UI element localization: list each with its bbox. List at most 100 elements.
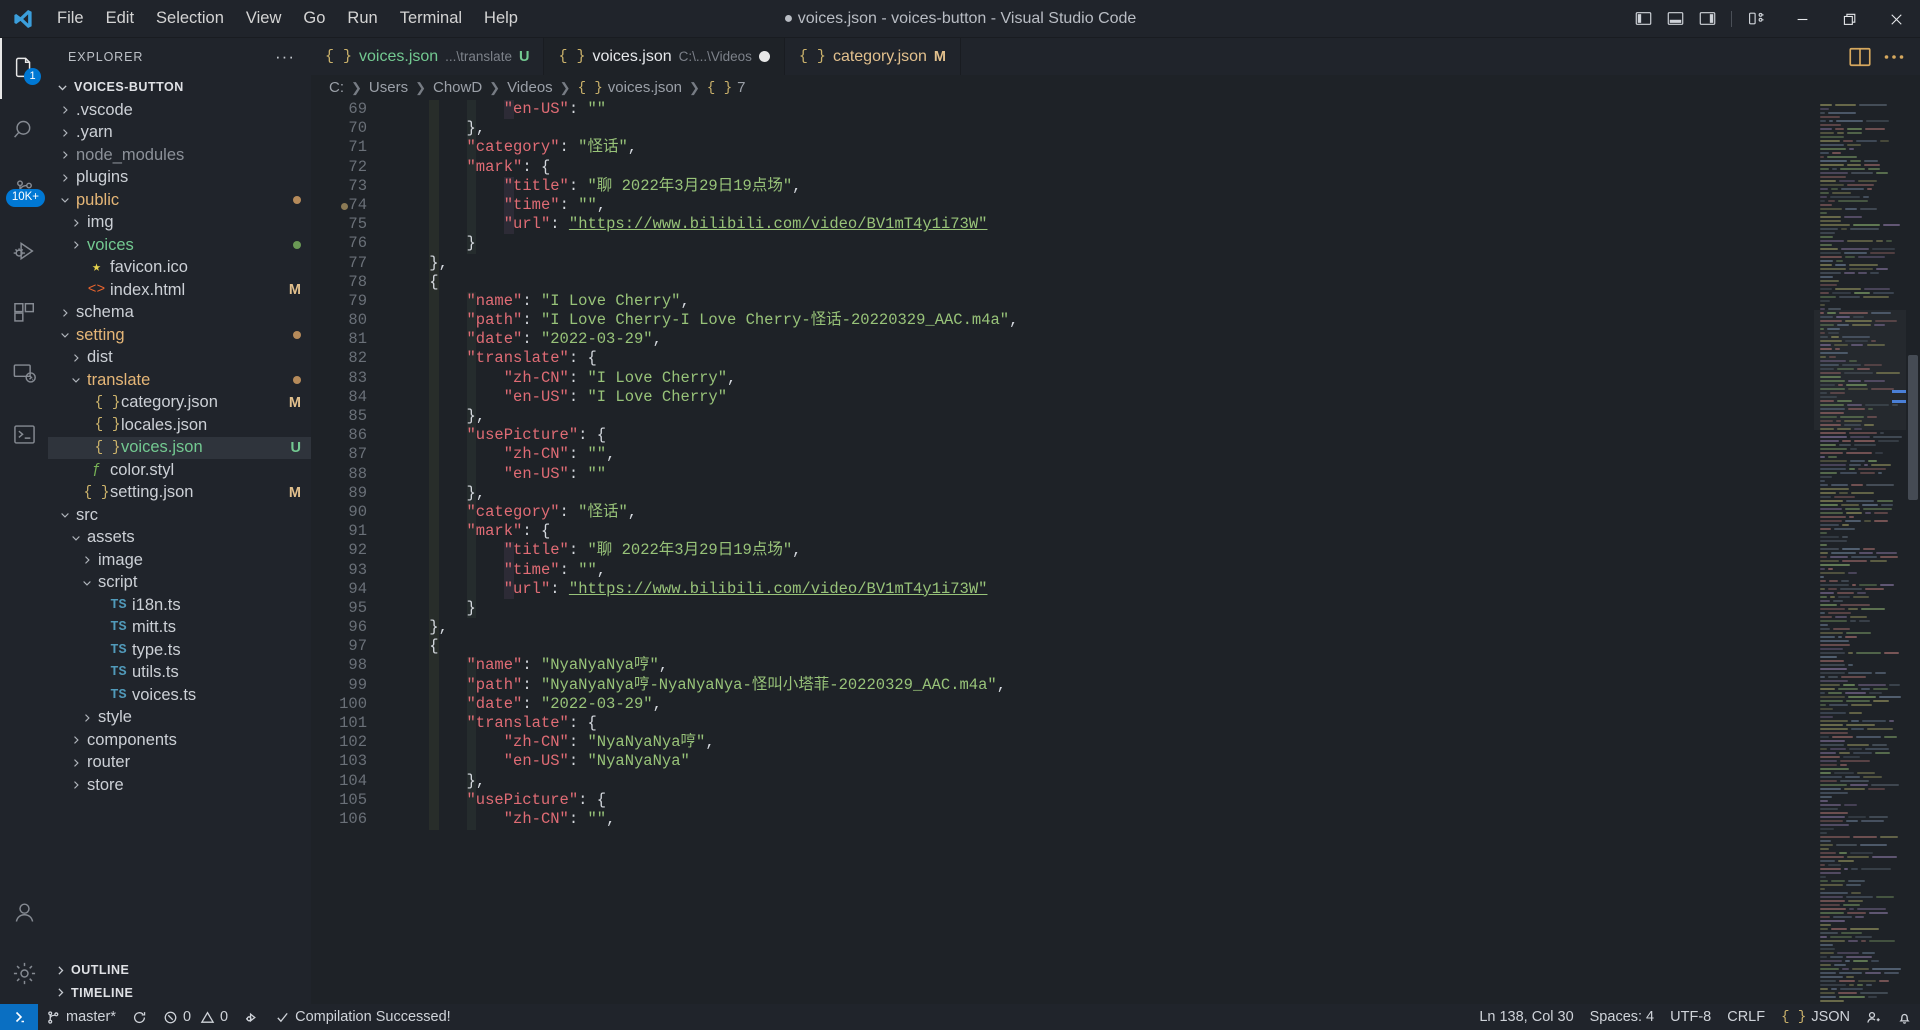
code-line[interactable]: "en-US": "" bbox=[381, 465, 1814, 484]
file-tree[interactable]: .vscode .yarn node_modules plugins public img… bbox=[48, 99, 311, 959]
tree-item-assets[interactable]: assets bbox=[48, 527, 311, 550]
sidebar-more-actions-icon[interactable]: ··· bbox=[269, 47, 301, 67]
close-button[interactable] bbox=[1873, 0, 1920, 38]
tree-item-store[interactable]: store bbox=[48, 774, 311, 797]
tree-item-mitt-ts[interactable]: TS mitt.ts bbox=[48, 617, 311, 640]
tab-dirty-indicator[interactable] bbox=[758, 51, 770, 62]
code-line[interactable]: "zh-CN": "I Love Cherry", bbox=[381, 369, 1814, 388]
breadcrumb-item-0[interactable]: C: bbox=[329, 79, 344, 96]
code-line[interactable]: }, bbox=[381, 618, 1814, 637]
tree-item--vscode[interactable]: .vscode bbox=[48, 99, 311, 122]
tree-item--yarn[interactable]: .yarn bbox=[48, 122, 311, 145]
status-indentation[interactable]: Spaces: 4 bbox=[1582, 1004, 1663, 1030]
code-line[interactable]: "translate": { bbox=[381, 714, 1814, 733]
explorer-root-section[interactable]: VOICES-BUTTON bbox=[48, 75, 311, 99]
remote-window-indicator[interactable] bbox=[0, 1004, 38, 1030]
code-line[interactable]: "en-US": "NyaNyaNya" bbox=[381, 752, 1814, 771]
editor-tab-2[interactable]: { } category.json M bbox=[784, 38, 962, 75]
menu-file[interactable]: File bbox=[46, 5, 95, 32]
menu-go[interactable]: Go bbox=[292, 5, 336, 32]
scrollbar-thumb[interactable] bbox=[1908, 355, 1918, 500]
status-feedback[interactable] bbox=[1858, 1004, 1889, 1030]
status-eol[interactable]: CRLF bbox=[1719, 1004, 1773, 1030]
menu-view[interactable]: View bbox=[235, 5, 292, 32]
tree-item-src[interactable]: src bbox=[48, 504, 311, 527]
activity-settings[interactable] bbox=[0, 943, 48, 1004]
tree-item-components[interactable]: components bbox=[48, 729, 311, 752]
status-problems[interactable]: 0 0 bbox=[155, 1004, 236, 1030]
chevron-down-icon[interactable] bbox=[56, 194, 73, 206]
menu-run[interactable]: Run bbox=[336, 5, 388, 32]
code-line[interactable]: "name": "I Love Cherry", bbox=[381, 292, 1814, 311]
activity-search[interactable] bbox=[0, 99, 48, 160]
activity-remote-explorer[interactable] bbox=[0, 343, 48, 404]
toggle-secondary-sidebar-icon[interactable] bbox=[1694, 6, 1720, 32]
tree-item-script[interactable]: script bbox=[48, 572, 311, 595]
code-line[interactable]: { bbox=[381, 637, 1814, 656]
code-line[interactable]: "date": "2022-03-29", bbox=[381, 330, 1814, 349]
tree-item-node_modules[interactable]: node_modules bbox=[48, 144, 311, 167]
customize-layout-icon[interactable] bbox=[1743, 6, 1769, 32]
minimap[interactable] bbox=[1814, 100, 1906, 1004]
code-line[interactable]: "url": "https://www.bilibili.com/video/B… bbox=[381, 580, 1814, 599]
code-line[interactable]: "usePicture": { bbox=[381, 791, 1814, 810]
code-line[interactable]: "url": "https://www.bilibili.com/video/B… bbox=[381, 215, 1814, 234]
tree-item-voices-ts[interactable]: TS voices.ts bbox=[48, 684, 311, 707]
code-line[interactable]: } bbox=[381, 599, 1814, 618]
tree-item-setting-json[interactable]: { } setting.json M bbox=[48, 482, 311, 505]
chevron-right-icon[interactable] bbox=[67, 239, 84, 251]
status-sync[interactable] bbox=[124, 1004, 155, 1030]
code-line[interactable]: { bbox=[381, 273, 1814, 292]
tree-item-favicon-ico[interactable]: ★ favicon.ico bbox=[48, 257, 311, 280]
chevron-down-icon[interactable] bbox=[56, 329, 73, 341]
chevron-down-icon[interactable] bbox=[67, 532, 84, 544]
outline-section[interactable]: OUTLINE bbox=[48, 959, 311, 982]
tree-item-locales-json[interactable]: { } locales.json bbox=[48, 414, 311, 437]
tree-item-router[interactable]: router bbox=[48, 752, 311, 775]
menu-selection[interactable]: Selection bbox=[145, 5, 235, 32]
code-line[interactable]: }, bbox=[381, 407, 1814, 426]
activity-source-control[interactable]: 10K+ bbox=[0, 160, 48, 221]
code-line[interactable]: "usePicture": { bbox=[381, 426, 1814, 445]
editor-scrollbar[interactable] bbox=[1906, 100, 1920, 1004]
code-line[interactable]: "path": "NyaNyaNya哼-NyaNyaNya-怪叫小塔菲-2022… bbox=[381, 676, 1814, 695]
restore-button[interactable] bbox=[1826, 0, 1873, 38]
more-actions-icon[interactable] bbox=[1882, 45, 1906, 69]
tree-item-voices-json[interactable]: { } voices.json U bbox=[48, 436, 311, 459]
code-line[interactable]: "time": "", bbox=[381, 561, 1814, 580]
tree-item-type-ts[interactable]: TS type.ts bbox=[48, 639, 311, 662]
code-line[interactable]: "title": "聊 2022年3月29日19点场", bbox=[381, 541, 1814, 560]
editor-tabs[interactable]: { } voices.json ...\translate U { } voices.js… bbox=[311, 38, 962, 75]
menu-help[interactable]: Help bbox=[473, 5, 529, 32]
editor-tab-0[interactable]: { } voices.json ...\translate U bbox=[311, 38, 545, 75]
status-branch[interactable]: master* bbox=[38, 1004, 124, 1030]
code-line[interactable]: "time": "", bbox=[381, 196, 1814, 215]
code-line[interactable]: "en-US": "" bbox=[381, 100, 1814, 119]
code-line[interactable]: "title": "聊 2022年3月29日19点场", bbox=[381, 177, 1814, 196]
chevron-right-icon[interactable] bbox=[67, 779, 84, 791]
activity-explorer[interactable]: 1 bbox=[0, 38, 48, 99]
chevron-down-icon[interactable] bbox=[78, 577, 95, 589]
code-line[interactable]: "mark": { bbox=[381, 158, 1814, 177]
chevron-right-icon[interactable] bbox=[78, 712, 95, 724]
menu-edit[interactable]: Edit bbox=[95, 5, 145, 32]
toggle-panel-icon[interactable] bbox=[1662, 6, 1688, 32]
chevron-right-icon[interactable] bbox=[67, 217, 84, 229]
tree-item-utils-ts[interactable]: TS utils.ts bbox=[48, 662, 311, 685]
tree-item-dist[interactable]: dist bbox=[48, 347, 311, 370]
tree-item-i18n-ts[interactable]: TS i18n.ts bbox=[48, 594, 311, 617]
chevron-right-icon[interactable] bbox=[78, 554, 95, 566]
code-line[interactable]: "zh-CN": "", bbox=[381, 810, 1814, 829]
status-language-mode[interactable]: { } JSON bbox=[1773, 1004, 1858, 1030]
status-ports[interactable] bbox=[236, 1004, 267, 1030]
chevron-right-icon[interactable] bbox=[67, 734, 84, 746]
breadcrumb-item-1[interactable]: Users bbox=[369, 79, 408, 96]
code-line[interactable]: "en-US": "I Love Cherry" bbox=[381, 388, 1814, 407]
activity-accounts[interactable] bbox=[0, 882, 48, 943]
tree-item-index-html[interactable]: <> index.html M bbox=[48, 279, 311, 302]
chevron-right-icon[interactable] bbox=[56, 127, 73, 139]
code-line[interactable]: "translate": { bbox=[381, 349, 1814, 368]
chevron-right-icon[interactable] bbox=[56, 149, 73, 161]
status-encoding[interactable]: UTF-8 bbox=[1662, 1004, 1719, 1030]
status-notifications[interactable] bbox=[1889, 1004, 1920, 1030]
